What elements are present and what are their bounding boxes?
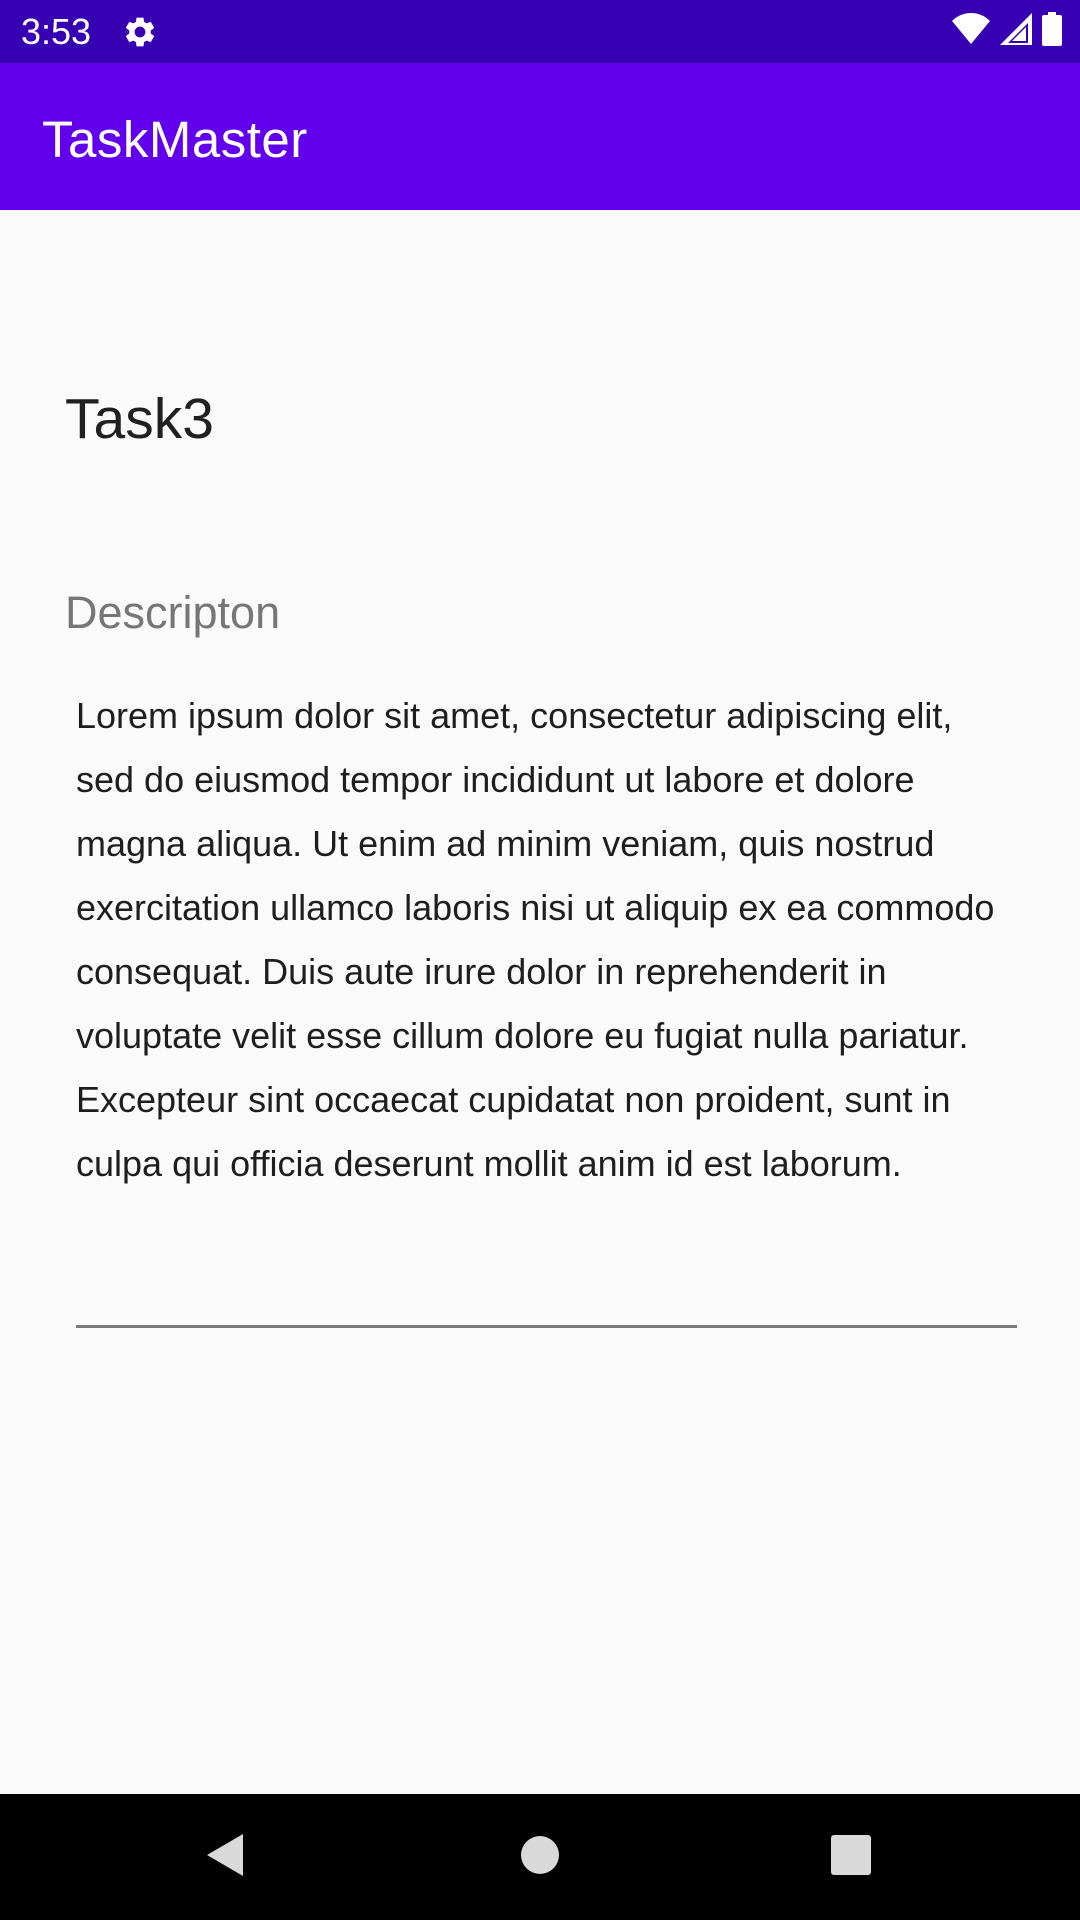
- home-icon: [520, 1835, 560, 1880]
- battery-icon: [1042, 11, 1062, 51]
- app-bar: TaskMaster: [0, 63, 1080, 210]
- wifi-icon: [952, 12, 990, 50]
- description-underline: [76, 1325, 1017, 1328]
- status-time: 3:53: [21, 11, 92, 52]
- signal-icon: [1000, 12, 1032, 50]
- back-icon: [205, 1832, 245, 1883]
- description-label: Descripton: [65, 587, 281, 638]
- home-button[interactable]: [505, 1822, 575, 1892]
- app-title: TaskMaster: [42, 111, 308, 168]
- status-icons: [952, 11, 1062, 51]
- recents-icon: [831, 1834, 871, 1880]
- description-text[interactable]: Lorem ipsum dolor sit amet, consectetur …: [76, 684, 1016, 1196]
- back-button[interactable]: [190, 1822, 260, 1892]
- navigation-bar: [0, 1794, 1080, 1920]
- recents-button[interactable]: [816, 1822, 886, 1892]
- status-bar: 3:53: [0, 0, 1080, 63]
- task-title: Task3: [65, 387, 214, 451]
- gear-icon: [122, 14, 158, 50]
